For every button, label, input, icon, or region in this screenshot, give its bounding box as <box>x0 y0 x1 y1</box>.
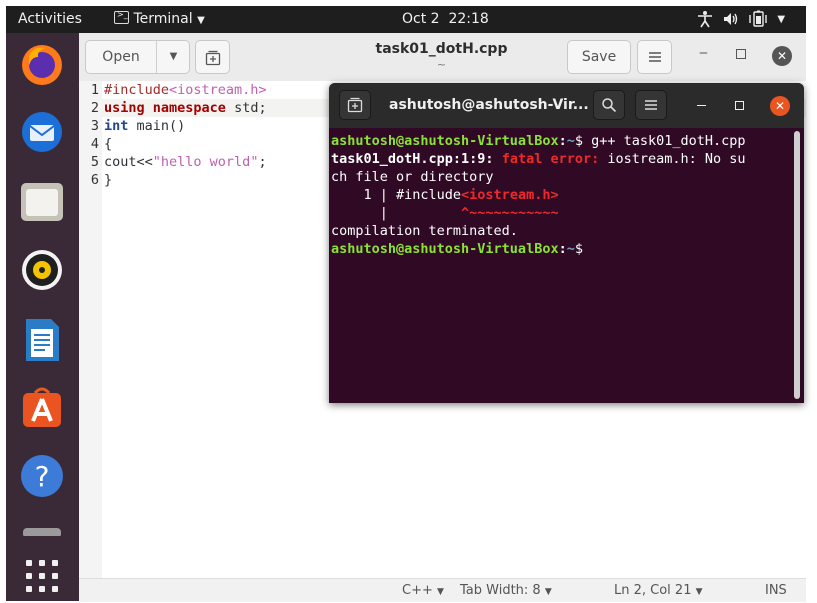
show-applications-icon[interactable] <box>19 553 65 599</box>
line-number: 3 <box>90 118 99 134</box>
code-line: } <box>104 172 113 188</box>
new-document-button[interactable] <box>195 40 230 74</box>
chevron-down-icon: ▼ <box>777 13 786 25</box>
tab-width-selector[interactable]: Tab Width: 8 ▼ <box>460 583 552 598</box>
rhythmbox-icon[interactable] <box>19 247 65 293</box>
open-button-group: Open ▼ <box>85 40 190 74</box>
help-icon[interactable]: ? <box>19 453 65 499</box>
line-number: 6 <box>90 172 99 188</box>
menu-icon <box>645 100 657 110</box>
terminal-line: task01_dotH.cpp:1:9: fatal error: iostre… <box>331 151 746 167</box>
minimize-icon[interactable]: ‒ <box>699 45 708 61</box>
code-line: int main() <box>104 118 186 134</box>
battery-icon <box>749 10 767 27</box>
terminal-line: ashutosh@ashutosh-VirtualBox:~$ g++ task… <box>331 133 746 149</box>
search-button[interactable] <box>593 90 625 120</box>
libreoffice-writer-icon[interactable] <box>19 317 65 363</box>
terminal-headerbar: ashutosh@ashutosh-Vir... ✕ <box>329 83 804 128</box>
dock-partial-item <box>19 521 65 538</box>
maximize-icon[interactable] <box>735 101 744 110</box>
clock[interactable]: Oct 2 22:18 <box>402 11 489 27</box>
line-number-gutter: 1 2 3 4 5 6 <box>79 81 102 578</box>
line-number: 4 <box>90 136 99 152</box>
new-tab-icon <box>205 50 220 66</box>
terminal-app-icon: >_ <box>114 10 129 24</box>
chevron-down-icon: ▼ <box>544 587 552 597</box>
save-button[interactable]: Save <box>567 40 631 74</box>
chevron-down-icon: ▼ <box>197 15 205 26</box>
save-label: Save <box>581 49 617 65</box>
status-bar: C++ ▼ Tab Width: 8 ▼ Ln 2, Col 21 ▼ INS <box>79 578 806 602</box>
code-line: #include<iostream.h> <box>104 82 267 98</box>
date-label: Oct 2 <box>402 11 440 27</box>
line-number: 5 <box>90 154 99 170</box>
app-menu-label: Terminal <box>133 11 193 27</box>
firefox-icon[interactable] <box>19 42 65 88</box>
maximize-icon[interactable] <box>736 49 746 59</box>
top-bar: Activities >_ Terminal ▼ Oct 2 22:18 ▼ <box>6 6 806 33</box>
close-icon[interactable]: ✕ <box>770 96 790 116</box>
terminal-line: ch file or directory <box>331 169 494 185</box>
cursor-position[interactable]: Ln 2, Col 21 ▼ <box>614 583 703 598</box>
time-label: 22:18 <box>448 11 489 27</box>
minimize-icon[interactable] <box>697 105 706 106</box>
open-button[interactable]: Open <box>86 49 156 65</box>
terminal-line: ashutosh@ashutosh-VirtualBox:~$ <box>331 241 583 257</box>
terminal-line: | ^~~~~~~~~~~~ <box>331 205 559 221</box>
hamburger-menu-button[interactable] <box>637 40 672 74</box>
code-line: cout<<"hello world"; <box>104 154 267 170</box>
chevron-down-icon: ▼ <box>437 587 444 597</box>
search-icon <box>602 98 617 113</box>
thunderbird-icon[interactable] <box>19 109 65 155</box>
close-icon[interactable]: ✕ <box>772 46 792 66</box>
terminal-scrollbar[interactable] <box>794 131 800 399</box>
system-menu[interactable]: ▼ <box>696 10 785 28</box>
new-tab-button[interactable] <box>339 90 371 120</box>
terminal-line: compilation terminated. <box>331 223 518 239</box>
dock: ? <box>6 33 79 601</box>
terminal-menu-button[interactable] <box>635 90 667 120</box>
editor-headerbar: Open ▼ task01_dotH.cpp ~ Save ‒ ✕ <box>79 33 806 82</box>
line-number: 2 <box>90 100 99 116</box>
document-title: task01_dotH.cpp <box>375 41 508 57</box>
code-line: { <box>104 136 113 152</box>
document-path: ~ <box>436 58 447 71</box>
line-number: 1 <box>90 82 99 98</box>
terminal-line: 1 | #include<iostream.h> <box>331 187 559 203</box>
code-line: using namespace std; <box>104 100 267 116</box>
activities-button[interactable]: Activities <box>18 11 82 27</box>
accessibility-icon <box>698 11 712 28</box>
chevron-down-icon: ▼ <box>695 587 703 597</box>
insert-mode: INS <box>765 583 787 598</box>
files-icon[interactable] <box>19 179 65 225</box>
language-selector[interactable]: C++ ▼ <box>402 583 444 598</box>
new-tab-icon <box>347 97 363 113</box>
svg-text:?: ? <box>35 460 50 493</box>
menu-icon <box>648 52 661 62</box>
open-menu-button[interactable]: ▼ <box>157 51 190 62</box>
app-menu[interactable]: >_ Terminal ▼ <box>114 10 205 27</box>
ubuntu-software-icon[interactable] <box>19 385 65 431</box>
volume-icon <box>724 13 738 25</box>
terminal-window[interactable]: ashutosh@ashutosh-Vir... ✕ ashutosh@ashu… <box>329 83 804 403</box>
terminal-title: ashutosh@ashutosh-Vir... <box>389 97 589 113</box>
